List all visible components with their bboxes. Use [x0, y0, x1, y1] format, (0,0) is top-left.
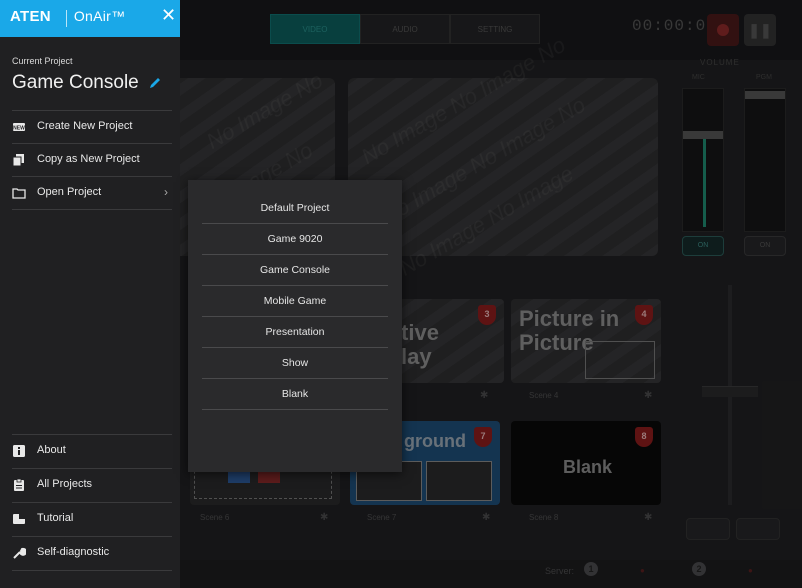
- wrench-icon: [13, 547, 26, 559]
- chevron-right-icon: ›: [164, 185, 168, 199]
- copy-icon: [12, 154, 24, 167]
- copy-as-new-project-label: Copy as New Project: [37, 153, 140, 165]
- self-diagnostic-label: Self-diagnostic: [37, 546, 110, 558]
- about-item[interactable]: About: [12, 434, 172, 467]
- pencil-icon[interactable]: [148, 76, 162, 90]
- open-project-label: Open Project: [37, 186, 102, 198]
- footer-divider: [12, 570, 172, 571]
- copy-as-new-project-item[interactable]: Copy as New Project: [12, 143, 172, 176]
- current-project-name: Game Console: [12, 72, 139, 93]
- logo-product: OnAir™: [73, 8, 126, 24]
- tutorial-icon: [13, 514, 25, 524]
- folder-icon: [12, 188, 26, 199]
- logo-separator: [66, 10, 67, 27]
- project-option-mobile-game[interactable]: Mobile Game: [202, 286, 388, 317]
- project-option-game-console[interactable]: Game Console: [202, 255, 388, 286]
- create-new-project-item[interactable]: NEW Create New Project: [12, 110, 172, 143]
- project-option-presentation[interactable]: Presentation: [202, 317, 388, 348]
- svg-text:NEW: NEW: [13, 126, 25, 132]
- self-diagnostic-item[interactable]: Self-diagnostic: [12, 536, 172, 569]
- info-icon: [13, 445, 25, 457]
- project-option-game-9020[interactable]: Game 9020: [202, 224, 388, 255]
- logo-brand: ATEN: [10, 8, 51, 25]
- all-projects-label: All Projects: [37, 478, 93, 490]
- app-logo: ATEN OnAir™: [10, 8, 125, 25]
- project-option-blank[interactable]: Blank: [202, 379, 388, 410]
- current-project-label: Current Project: [12, 56, 73, 66]
- new-icon: NEW: [13, 123, 25, 132]
- clipboard-icon: [14, 478, 24, 491]
- project-option-default-project[interactable]: Default Project: [202, 193, 388, 224]
- side-drawer: ATEN OnAir™ ✕ Current Project Game Conso…: [0, 0, 180, 588]
- menu-divider: [12, 209, 172, 210]
- project-option-show[interactable]: Show: [202, 348, 388, 379]
- create-new-project-label: Create New Project: [37, 120, 133, 132]
- open-project-item[interactable]: Open Project ›: [12, 176, 172, 209]
- close-icon[interactable]: ✕: [161, 5, 176, 26]
- about-label: About: [37, 444, 66, 456]
- open-project-submenu: Default Project Game 9020 Game Console M…: [188, 180, 402, 472]
- all-projects-item[interactable]: All Projects: [12, 468, 172, 501]
- tutorial-label: Tutorial: [37, 512, 74, 524]
- tutorial-item[interactable]: Tutorial: [12, 502, 172, 535]
